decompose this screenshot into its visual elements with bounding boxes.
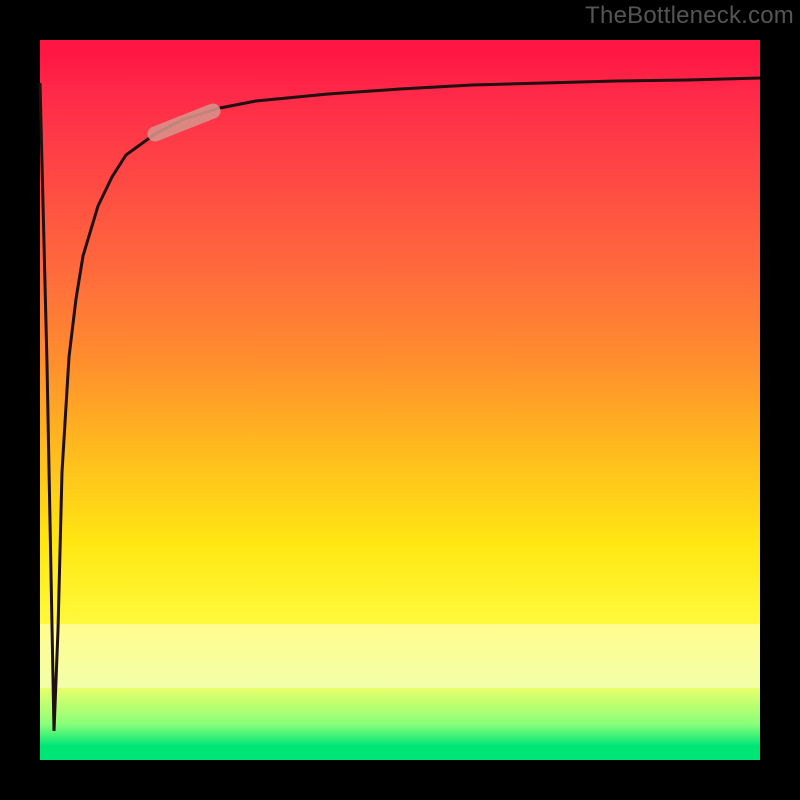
curve-path: [40, 78, 760, 731]
chart-frame: TheBottleneck.com: [0, 0, 800, 800]
attribution-text: TheBottleneck.com: [585, 2, 794, 30]
plot-area: [40, 40, 760, 760]
curve-svg: [40, 40, 760, 760]
highlight-segment: [155, 111, 213, 134]
